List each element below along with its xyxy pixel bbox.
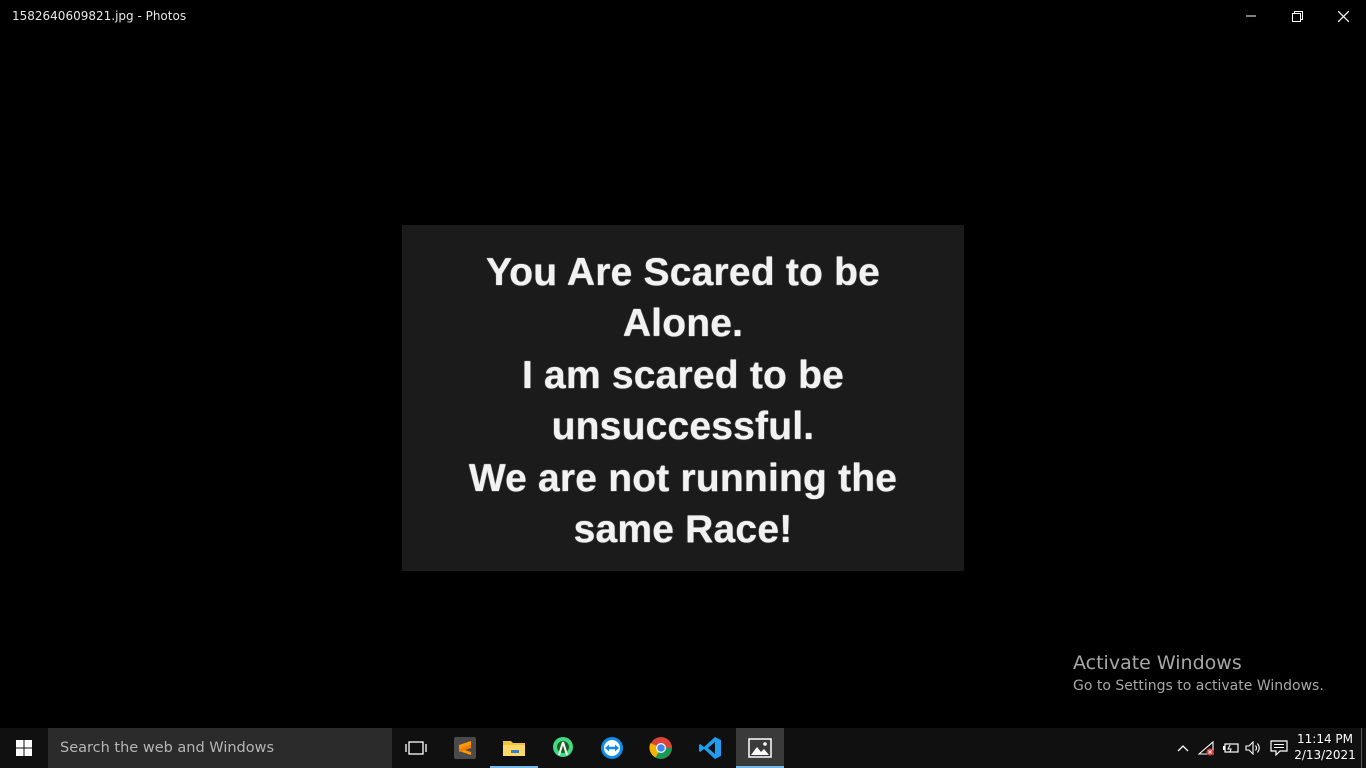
network-status[interactable]	[1197, 738, 1217, 758]
show-desktop-button[interactable]	[1361, 728, 1366, 768]
battery-status[interactable]	[1221, 738, 1241, 758]
chrome-icon	[649, 737, 672, 759]
taskbar-app-android-studio[interactable]	[539, 728, 587, 768]
vscode-icon	[699, 737, 721, 759]
restore-button[interactable]	[1274, 0, 1320, 32]
photo-text-line: We are not running the	[468, 456, 898, 500]
close-icon	[1337, 10, 1349, 22]
clock-time: 11:14 PM	[1297, 732, 1353, 746]
taskbar-app-vscode[interactable]	[686, 728, 734, 768]
sublime-text-icon	[454, 737, 476, 759]
title-bar: 1582640609821.jpg - Photos	[0, 0, 1366, 32]
photo-viewer[interactable]: You Are Scared to be Alone. I am scared …	[0, 32, 1366, 728]
activation-watermark: Activate Windows Go to Settings to activ…	[1073, 652, 1324, 695]
task-view-icon	[405, 741, 427, 755]
watermark-title: Activate Windows	[1073, 652, 1242, 674]
start-button[interactable]	[0, 728, 48, 768]
android-studio-icon	[553, 737, 573, 757]
photo-text-line: I am scared to be	[521, 353, 845, 397]
taskbar-app-teamviewer[interactable]	[588, 728, 636, 768]
photo-text-line: You Are Scared to be	[485, 250, 881, 294]
minimize-button[interactable]	[1228, 0, 1274, 32]
close-button[interactable]	[1320, 0, 1366, 32]
chevron-up-icon	[1177, 745, 1189, 752]
restore-icon	[1291, 10, 1303, 22]
action-center-button[interactable]	[1269, 738, 1289, 758]
taskbar-search-box[interactable]: Search the web and Windows	[48, 728, 392, 768]
speaker-icon	[1245, 741, 1260, 755]
task-view-button[interactable]	[392, 728, 440, 768]
taskbar-clock[interactable]: 11:14 PM 2/13/2021	[1294, 731, 1356, 763]
photo-text-line: unsuccessful.	[551, 405, 815, 448]
watermark-subtitle: Go to Settings to activate Windows.	[1073, 678, 1324, 694]
volume-control[interactable]	[1244, 738, 1264, 758]
windows-logo-icon	[16, 740, 32, 756]
search-placeholder: Search the web and Windows	[60, 740, 275, 756]
photo-text-line: same Race!	[573, 508, 793, 551]
minimize-icon	[1246, 15, 1256, 17]
photos-icon	[748, 738, 772, 758]
clock-date: 2/13/2021	[1294, 748, 1356, 762]
taskbar-app-photos[interactable]	[736, 728, 784, 768]
show-hidden-icons-button[interactable]	[1173, 738, 1193, 758]
taskbar: Search the web and Windows 11:14 PM 2/13…	[0, 728, 1366, 768]
notification-icon	[1270, 740, 1288, 756]
teamviewer-icon	[601, 737, 623, 759]
wifi-disconnected-icon	[1198, 740, 1214, 756]
photo-text-line: Alone.	[622, 302, 744, 345]
folder-icon	[503, 741, 525, 756]
displayed-photo[interactable]: You Are Scared to be Alone. I am scared …	[402, 225, 964, 571]
taskbar-app-file-explorer[interactable]	[490, 728, 538, 768]
taskbar-app-chrome[interactable]	[637, 728, 685, 768]
taskbar-app-sublime-text[interactable]	[441, 728, 489, 768]
battery-icon	[1223, 743, 1239, 753]
window-title: 1582640609821.jpg - Photos	[12, 9, 187, 23]
